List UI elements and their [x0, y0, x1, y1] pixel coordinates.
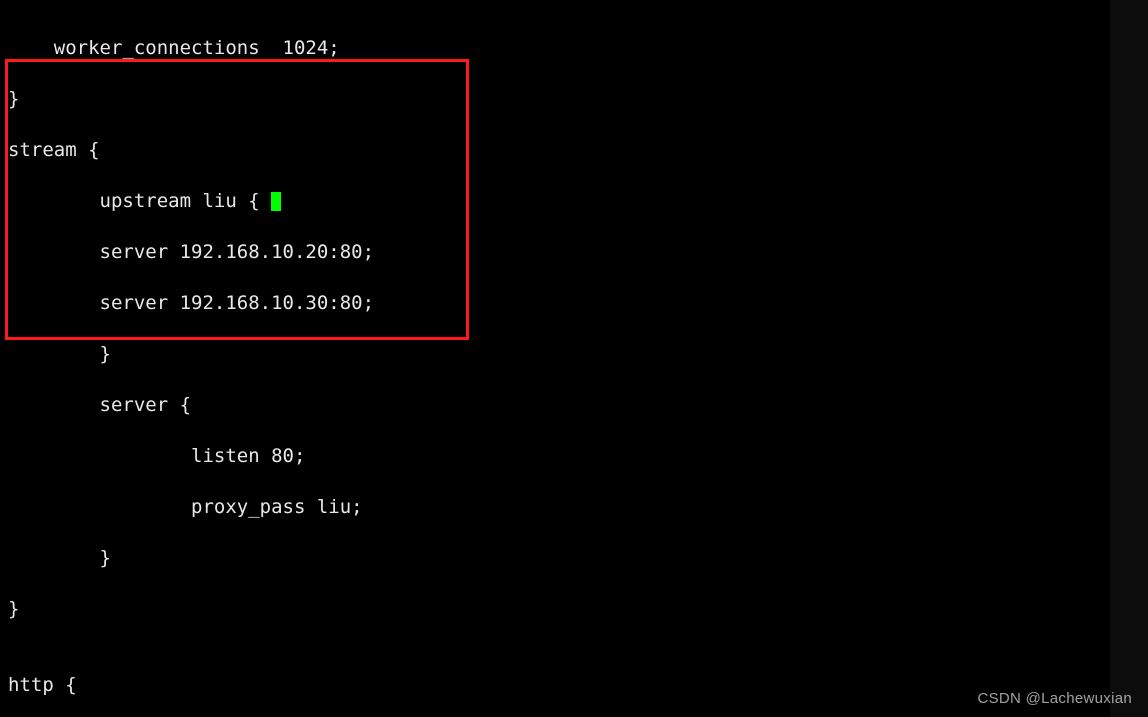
code-line: } — [8, 342, 900, 368]
code-line: listen 80; — [8, 444, 900, 470]
watermark-text: CSDN @Lachewuxian — [977, 690, 1132, 707]
code-line: server { — [8, 393, 900, 419]
code-line: http { — [8, 673, 900, 699]
scrollbar-track[interactable] — [1110, 0, 1148, 717]
code-line: worker_connections 1024; — [8, 36, 900, 62]
code-line: } — [8, 546, 900, 572]
annotation-highlight-box — [5, 59, 469, 340]
code-line: } — [8, 597, 900, 623]
code-line: proxy_pass liu; — [8, 495, 900, 521]
